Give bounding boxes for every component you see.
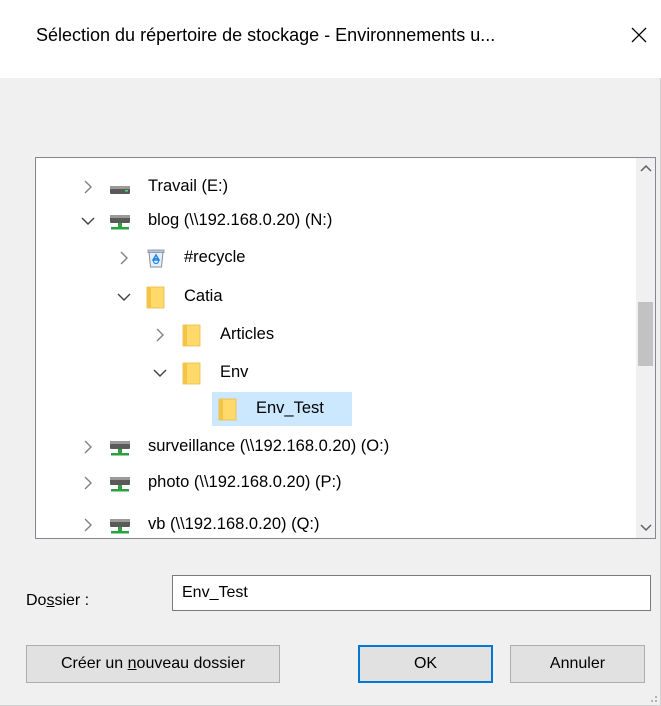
chevron-up-icon [639,164,652,172]
tree-item-label: Catia [184,287,223,305]
folder-tree[interactable]: Travail (E:) blog (\\192.168.0.20) (N:) [35,157,656,539]
tree-item-label: Travail (E:) [148,177,229,195]
close-button[interactable] [620,16,658,54]
window-title: Sélection du répertoire de stockage - En… [36,25,496,45]
chevron-right-icon[interactable] [80,475,96,491]
folder-icon [182,362,201,385]
network-drive-icon [110,477,130,492]
network-drive-icon [110,519,130,534]
folder-icon [182,324,201,347]
chevron-right-icon[interactable] [80,179,96,195]
tree-item-label: Env [220,363,249,381]
folder-icon [146,286,165,309]
chevron-down-icon[interactable] [116,289,132,305]
folder-icon [218,398,237,421]
tree-item-label: photo (\\192.168.0.20) (P:) [148,473,342,491]
chevron-right-icon[interactable] [116,250,132,266]
network-drive-icon [110,215,130,230]
chevron-down-icon[interactable] [152,365,168,381]
close-icon [631,27,647,43]
tree-item-label: surveillance (\\192.168.0.20) (O:) [148,437,390,455]
folder-label: Dossier : [26,592,90,609]
cancel-button[interactable]: Annuler [510,645,645,683]
title-bar: Sélection du répertoire de stockage - En… [0,0,661,78]
scroll-down-button[interactable] [636,518,655,538]
ok-button[interactable]: OK [358,645,493,683]
network-drive-icon [110,441,130,456]
chevron-right-icon[interactable] [152,327,168,343]
tree-item-label: #recycle [184,248,246,266]
scroll-up-button[interactable] [636,158,655,178]
tree-item-label: blog (\\192.168.0.20) (N:) [148,211,333,229]
tree-item-label: vb (\\192.168.0.20) (Q:) [148,515,320,533]
chevron-down-icon[interactable] [80,213,96,229]
tree-item-label: Env_Test [256,399,324,417]
drive-icon [110,186,130,194]
folder-input[interactable] [172,575,651,611]
scroll-thumb[interactable] [638,302,653,366]
recycle-bin-icon [147,249,165,268]
chevron-right-icon[interactable] [80,439,96,455]
new-folder-button[interactable]: Créer un n ouveau dossier [26,645,280,683]
tree-item-label: Articles [220,325,275,343]
vertical-scrollbar[interactable] [636,158,655,538]
chevron-down-icon [639,524,652,532]
folder-picker-dialog: Sélection du répertoire de stockage - En… [0,0,661,706]
chevron-right-icon[interactable] [80,517,96,533]
resize-grip-icon[interactable] [648,693,658,703]
